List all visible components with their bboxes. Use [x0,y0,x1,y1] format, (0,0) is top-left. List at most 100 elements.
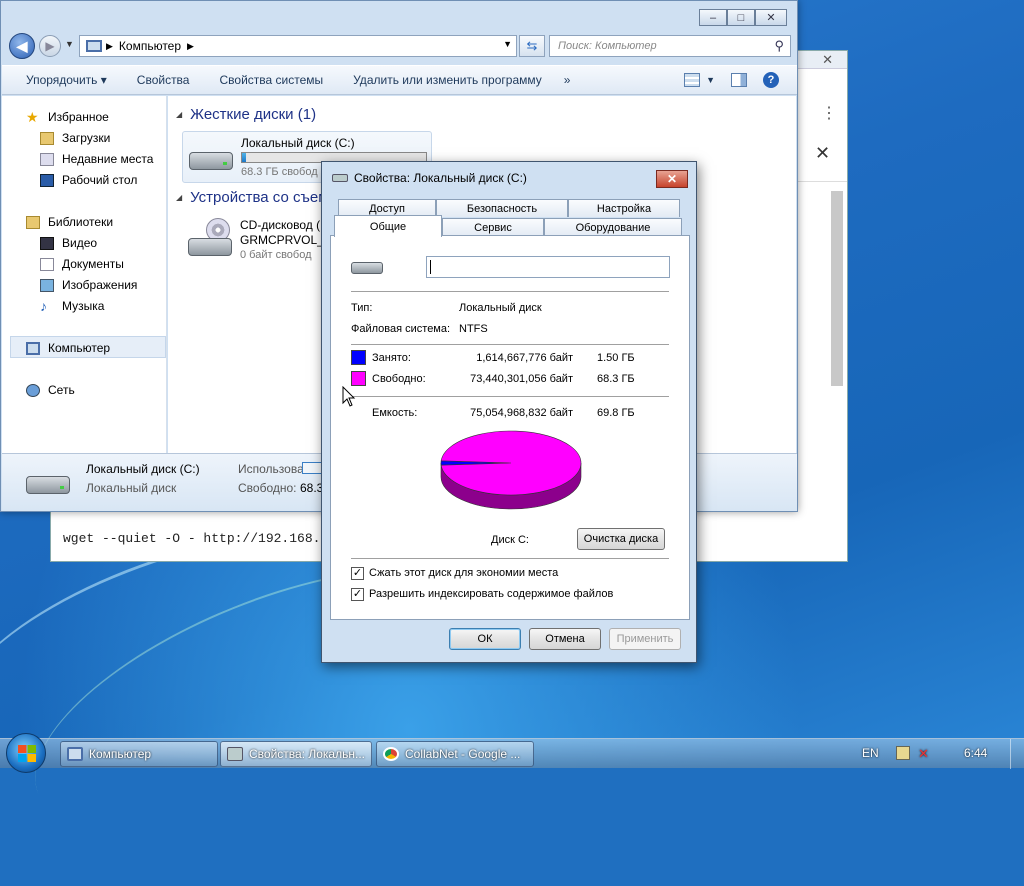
index-checkbox[interactable]: ✓ [351,588,364,601]
sidebar-item-recent[interactable]: Недавние места [40,150,153,168]
preview-pane-icon[interactable] [731,73,747,87]
taskbar-item-explorer[interactable]: Компьютер [60,741,218,767]
navigation-pane: ★ Избранное Загрузки Недавние места Рабо… [2,96,167,453]
chevron-down-icon[interactable]: ▼ [503,39,512,49]
sidebar-item-computer[interactable]: Компьютер [26,339,110,357]
hard-drive-icon [227,747,243,761]
close-icon[interactable]: ✕ [815,143,830,164]
search-input[interactable]: Поиск: Компьютер ⚲ [549,35,791,57]
maximize-button[interactable]: □ [727,9,755,26]
cancel-button[interactable]: Отмена [529,628,601,650]
clock[interactable]: 6:44 [964,746,987,760]
change-view-icon[interactable] [684,73,701,87]
documents-icon [40,257,54,271]
tab-security[interactable]: Безопасность [436,199,568,217]
sidebar-item-images[interactable]: Изображения [40,276,137,294]
volume-label-input[interactable] [426,256,670,278]
disk-cleanup-button[interactable]: Очистка диска [577,528,665,550]
compress-checkbox[interactable]: ✓ [351,567,364,580]
details-free-label: Свободно: [238,481,297,495]
help-icon[interactable]: ? [763,72,779,88]
tab-tools[interactable]: Сервис [442,218,544,236]
recent-places-icon [40,152,54,166]
windows-logo-icon [18,745,36,762]
view-controls: ▼ ? [684,72,779,88]
forward-button[interactable]: ▶ [39,35,61,57]
refresh-icon: ⇆ [526,38,538,53]
sidebar-item-libraries[interactable]: Библиотеки [26,213,113,231]
sidebar-item-music[interactable]: ♪ Музыка [40,297,104,315]
sidebar-item-network[interactable]: Сеть [26,381,75,399]
terminal-command: wget --quiet -O - http://192.168.1.1 [63,531,344,546]
used-size: 1.50 ГБ [597,352,635,364]
breadcrumb[interactable]: Компьютер [119,39,181,53]
refresh-button[interactable]: ⇆ [519,35,545,57]
back-button[interactable]: ◀ [9,33,35,59]
used-color-swatch [351,350,366,365]
hard-drive-icon [351,262,383,274]
minimize-button[interactable]: – [699,9,727,26]
organize-button[interactable]: Упорядочить ▾ [26,73,107,87]
index-label[interactable]: Разрешить индексировать содержимое файло… [369,588,613,600]
free-label: Свободно: [372,373,426,385]
music-icon: ♪ [40,297,47,314]
computer-icon [67,747,83,761]
images-icon [40,278,54,292]
capacity-label: Емкость: [372,407,418,419]
divider [351,291,669,292]
text-caret [430,260,431,274]
show-desktop-button[interactable] [1010,739,1024,769]
network-tray-icon[interactable] [896,746,910,760]
sidebar-item-downloads[interactable]: Загрузки [40,129,110,147]
scrollbar[interactable] [831,191,843,386]
hard-drive-icon [189,144,233,172]
command-bar: Упорядочить ▾ Свойства Свойства системы … [2,65,797,95]
sidebar-item-video[interactable]: Видео [40,234,97,252]
more-commands-button[interactable]: » [564,73,571,87]
start-button[interactable] [6,733,46,773]
collapse-icon[interactable]: ◢ [176,110,182,119]
tab-general[interactable]: Общие [334,215,442,237]
tab-hardware[interactable]: Оборудование [544,218,682,236]
ok-button[interactable]: ОК [449,628,521,650]
group-header-hard-disks[interactable]: ◢ Жесткие диски (1) [176,106,316,123]
free-size: 68.3 ГБ [597,373,635,385]
language-indicator[interactable]: EN [862,746,879,760]
address-bar[interactable]: ▶ Компьютер ▶ ▼ [79,35,517,57]
chevron-down-icon[interactable]: ▼ [706,75,715,85]
compress-label[interactable]: Сжать этот диск для экономии места [369,567,558,579]
properties-button[interactable]: Свойства [137,73,190,87]
star-icon: ★ [26,108,39,125]
network-icon [26,383,40,397]
recent-pages-dropdown[interactable]: ▼ [65,39,74,49]
uninstall-program-button[interactable]: Удалить или изменить программу [353,73,542,87]
type-label: Тип: [351,302,373,314]
details-free-value: 68.3 [300,481,324,495]
volume-muted-icon[interactable]: ✕ [918,746,929,762]
sidebar-item-favorites[interactable]: ★ Избранное [26,108,109,126]
collapse-icon[interactable]: ◢ [176,193,182,202]
video-icon [40,236,54,250]
window-controls: – □ ✕ [699,9,787,26]
free-color-swatch [351,371,366,386]
system-properties-button[interactable]: Свойства системы [219,73,323,87]
close-button[interactable]: ✕ [755,9,787,26]
drive-free-space: 68.3 ГБ свобод [241,166,318,178]
search-icon[interactable]: ⚲ [774,38,784,54]
more-icon[interactable]: ⋮ [821,103,837,123]
pie-top [440,430,582,496]
taskbar-item-chrome[interactable]: CollabNet - Google ... [376,741,534,767]
tab-customize[interactable]: Настройка [568,199,680,217]
filesystem-value: NTFS [459,323,488,335]
close-icon[interactable]: ✕ [822,52,833,68]
breadcrumb-arrow-icon[interactable]: ▶ [187,41,194,52]
taskbar-item-properties[interactable]: Свойства: Локальн... [220,741,372,767]
group-header-removable[interactable]: ◢ Устройства со съем [176,189,329,206]
apply-button[interactable]: Применить [609,628,681,650]
sidebar-item-desktop[interactable]: Рабочий стол [40,171,137,189]
breadcrumb-arrow-icon[interactable]: ▶ [106,41,113,52]
sidebar-item-documents[interactable]: Документы [40,255,124,273]
dialog-close-button[interactable]: ✕ [656,170,688,188]
dialog-title: Свойства: Локальный диск (C:) [332,171,527,185]
properties-dialog[interactable]: Свойства: Локальный диск (C:) ✕ Доступ Б… [321,161,697,663]
